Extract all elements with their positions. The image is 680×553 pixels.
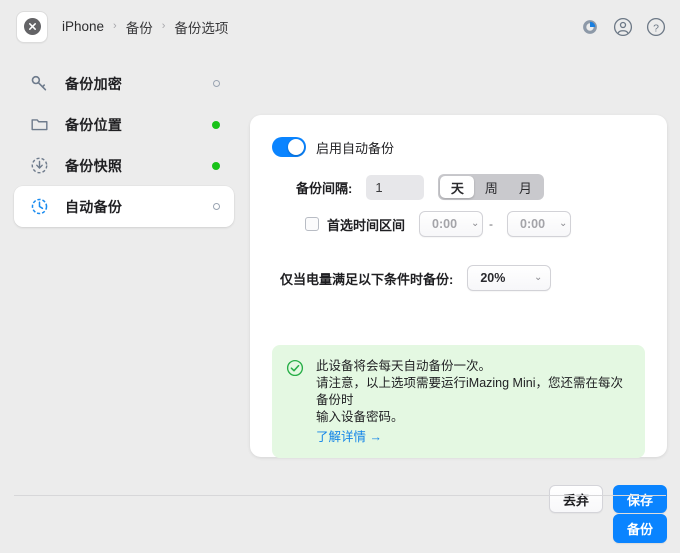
info-line-1: 此设备将会每天自动备份一次。 (316, 359, 492, 373)
clock-icon (28, 196, 50, 218)
breadcrumb-item-device[interactable]: iPhone (62, 19, 104, 34)
settings-card: 启用自动备份 备份间隔: 天 周 月 首选时间区间 0:00 ⌄ - 0:00 … (250, 115, 667, 458)
preferred-time-label: 首选时间区间 (327, 217, 406, 233)
battery-threshold-value: 20% (480, 271, 506, 285)
sidebar-item-label: 自动备份 (65, 198, 123, 215)
battery-threshold-select[interactable]: 20% ⌄ (467, 265, 552, 291)
chevron-down-icon: ⌄ (559, 218, 568, 229)
preferred-time-from-select[interactable]: 0:00 ⌄ (419, 211, 484, 237)
main-area: 备份加密 备份位置 备份快照 自动备份 启用自动备份 备份间隔: 1 天 周 月… (0, 53, 680, 513)
breadcrumb: iPhone › 备份 › 备份选项 (62, 17, 580, 37)
battery-threshold-label: 仅当电量满足以下条件时备份: (280, 271, 454, 287)
info-panel-text: 此设备将会每天自动备份一次。 请注意，以上选项需要运行iMazing Mini，… (316, 358, 631, 446)
info-line-3: 输入设备密码。 (316, 410, 404, 424)
backup-interval-row: 备份间隔: 天 周 月 (296, 174, 545, 200)
chevron-down-icon: ⌄ (533, 272, 543, 283)
account-icon[interactable] (613, 17, 633, 37)
chevron-down-icon: ⌄ (471, 218, 480, 229)
footer-row: 备份 (612, 514, 667, 543)
backup-interval-input[interactable] (366, 174, 425, 200)
action-button-row: 丢弃 保存 (548, 485, 667, 513)
interval-unit-segmented-control: 天 周 月 (438, 174, 545, 200)
save-button[interactable]: 保存 (612, 485, 667, 513)
preferred-time-row: 首选时间区间 0:00 ⌄ - 0:00 ⌄ (305, 211, 572, 237)
footer-divider (14, 495, 666, 496)
breadcrumb-item-backup[interactable]: 备份 (126, 17, 153, 37)
preferred-time-checkbox[interactable] (305, 217, 319, 231)
status-indicator-green (212, 161, 220, 170)
breadcrumb-separator-icon: › (161, 20, 166, 32)
discard-button[interactable]: 丢弃 (548, 485, 603, 513)
auto-backup-toggle-label: 启用自动备份 (316, 140, 395, 156)
auto-backup-toggle-row: 启用自动备份 (272, 137, 394, 157)
help-icon[interactable]: ? (646, 17, 666, 37)
breadcrumb-separator-icon: › (113, 20, 117, 32)
backup-interval-label: 备份间隔: (296, 180, 353, 196)
preferred-time-to-value: 0:00 (520, 217, 546, 231)
key-icon (28, 73, 50, 95)
sidebar-item-label: 备份位置 (65, 116, 123, 133)
status-indicator-green (212, 120, 220, 129)
sync-progress-icon[interactable] (580, 17, 600, 37)
time-range-dash: - (489, 217, 494, 231)
sidebar: 备份加密 备份位置 备份快照 自动备份 (0, 53, 248, 227)
check-circle-icon (286, 359, 304, 380)
top-bar-icon-group: ? (580, 17, 666, 37)
preferred-time-from-value: 0:00 (432, 217, 458, 231)
breadcrumb-item-backup-options[interactable]: 备份选项 (174, 17, 228, 37)
svg-text:?: ? (653, 22, 659, 34)
battery-threshold-row: 仅当电量满足以下条件时备份: 20% ⌄ (280, 265, 552, 291)
sidebar-item-backup-snapshots[interactable]: 备份快照 (14, 145, 234, 186)
download-clock-icon (28, 155, 50, 177)
info-line-2: 请注意，以上选项需要运行iMazing Mini，您还需在每次备份时 (316, 376, 623, 407)
top-bar: iPhone › 备份 › 备份选项 ? (0, 0, 680, 53)
interval-unit-month[interactable]: 月 (508, 176, 542, 198)
backup-button[interactable]: 备份 (612, 514, 667, 543)
info-panel: 此设备将会每天自动备份一次。 请注意，以上选项需要运行iMazing Mini，… (272, 345, 645, 458)
close-button[interactable] (16, 10, 48, 43)
close-circle-icon (23, 18, 41, 35)
folder-icon (28, 114, 50, 136)
learn-more-link[interactable]: 了解详情 → (316, 428, 382, 446)
status-indicator-hollow (213, 203, 220, 210)
interval-unit-day[interactable]: 天 (440, 176, 475, 198)
sidebar-item-auto-backup[interactable]: 自动备份 (14, 186, 234, 227)
sidebar-item-label: 备份加密 (65, 75, 123, 92)
sidebar-item-backup-location[interactable]: 备份位置 (14, 104, 234, 145)
auto-backup-toggle[interactable] (272, 137, 306, 157)
sidebar-item-backup-encryption[interactable]: 备份加密 (14, 63, 234, 104)
status-indicator-hollow (213, 80, 220, 87)
sidebar-item-label: 备份快照 (65, 157, 123, 174)
preferred-time-to-select[interactable]: 0:00 ⌄ (507, 211, 572, 237)
interval-unit-week[interactable]: 周 (474, 176, 508, 198)
toggle-knob (288, 139, 304, 155)
